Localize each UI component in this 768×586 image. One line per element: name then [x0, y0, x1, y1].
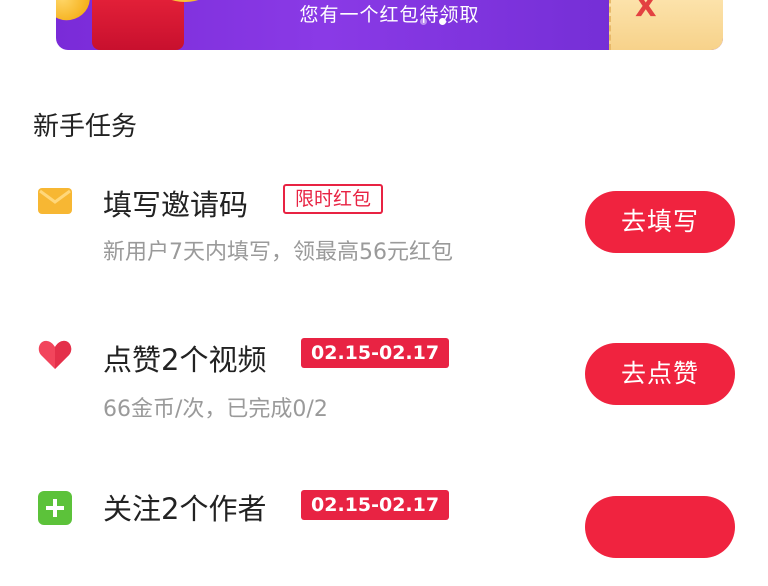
task-title: 点赞2个视频 — [103, 343, 267, 377]
task-date-tag: 02.15-02.17 — [301, 338, 450, 368]
task-row-follow-authors: 关注2个作者 02.15-02.17 — [0, 486, 768, 586]
add-user-icon — [38, 491, 72, 525]
coupon-ticket-image: X — [609, 0, 723, 50]
heart-icon — [38, 340, 72, 369]
like-button[interactable]: 去点赞 — [585, 343, 735, 405]
ticket-mark: X — [635, 0, 657, 23]
task-row-invite-code: 填写邀请码 限时红包 新用户7天内填写，领最高56元红包 去填写 — [0, 178, 768, 278]
follow-button[interactable] — [585, 496, 735, 558]
task-title: 关注2个作者 — [103, 492, 267, 526]
fill-in-button[interactable]: 去填写 — [585, 191, 735, 253]
banner-pagination — [420, 18, 446, 25]
section-title: 新手任务 — [33, 112, 138, 142]
banner-dot-active[interactable] — [439, 18, 446, 25]
banner-dot[interactable] — [420, 18, 427, 25]
task-subtitle: 66金币/次，已完成0/2 — [103, 397, 328, 422]
promo-banner[interactable]: 您有一个红包待领取 X — [56, 0, 723, 50]
task-subtitle: 新用户7天内填写，领最高56元红包 — [103, 240, 453, 265]
task-tag: 限时红包 — [283, 184, 384, 214]
task-title: 填写邀请码 — [103, 188, 249, 222]
task-row-like-videos: 点赞2个视频 02.15-02.17 66金币/次，已完成0/2 去点赞 — [0, 333, 768, 433]
task-date-tag: 02.15-02.17 — [301, 490, 450, 520]
envelope-icon — [38, 188, 72, 214]
